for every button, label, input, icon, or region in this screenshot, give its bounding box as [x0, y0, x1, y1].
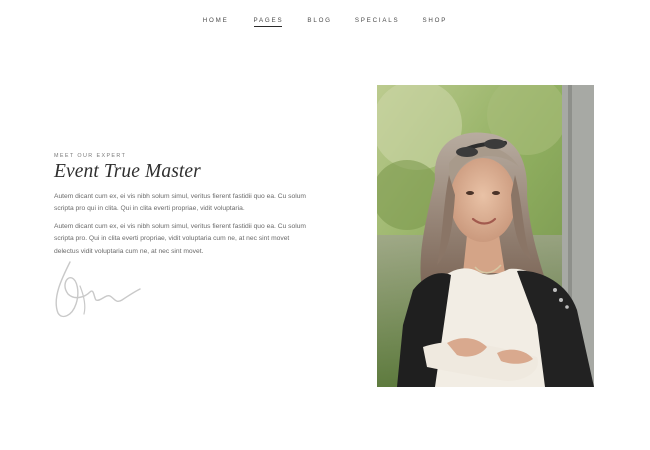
intro-paragraph: Autem dicant cum ex, ei vis nibh solum s…	[54, 193, 307, 213]
nav-shop[interactable]: SHOP	[422, 17, 447, 27]
main-nav: HOME PAGES BLOG SPECIALS SHOP	[0, 17, 650, 27]
body-paragraph: Autem dicant cum ex, ei vis nibh solum s…	[54, 223, 307, 255]
nav-specials[interactable]: SPECIALS	[355, 17, 400, 27]
nav-blog[interactable]: BLOG	[307, 17, 331, 27]
nav-home[interactable]: HOME	[203, 17, 229, 27]
signature-image	[55, 261, 141, 318]
section-eyebrow: MEET OUR EXPERT	[54, 153, 127, 159]
section-title: Event True Master	[54, 161, 201, 182]
expert-portrait-photo	[377, 85, 594, 387]
nav-pages[interactable]: PAGES	[253, 17, 284, 27]
